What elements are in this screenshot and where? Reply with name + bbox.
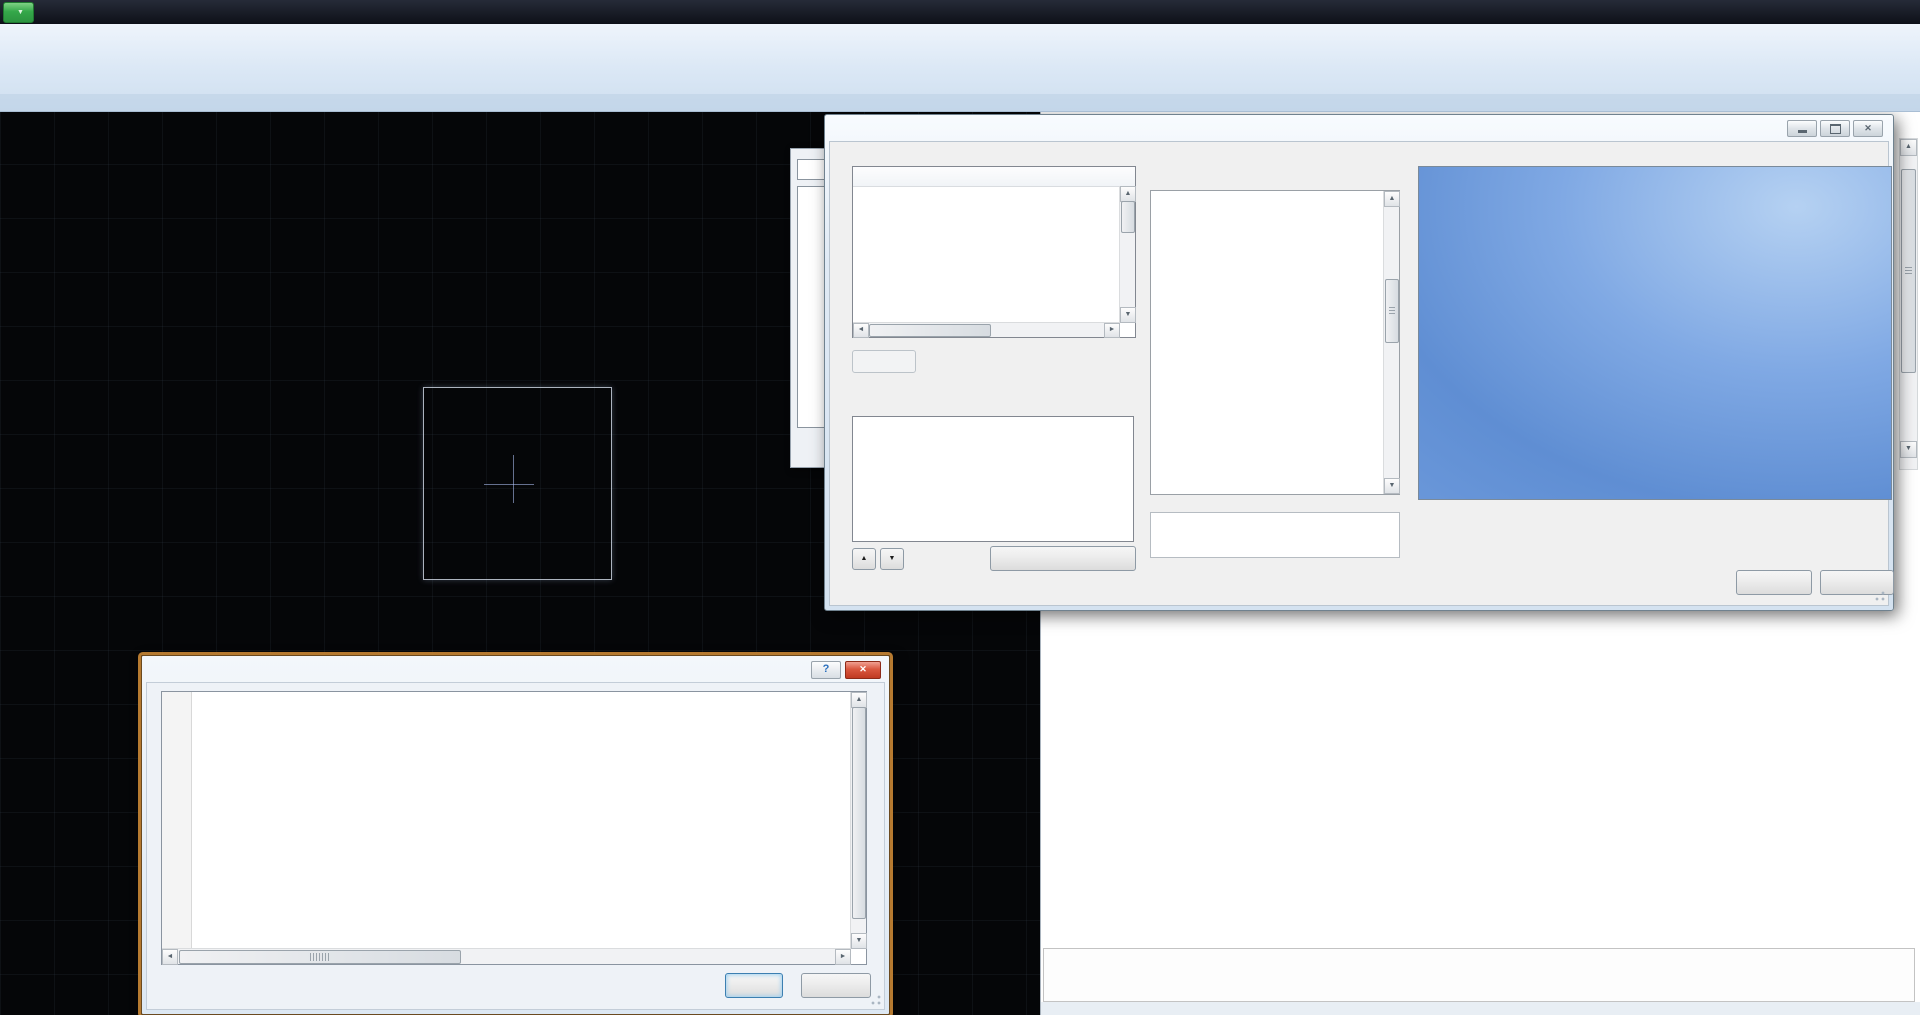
resize-grip[interactable] [869, 994, 882, 1007]
origin-crosshair-vertical [513, 455, 514, 503]
ribbon-group-label-band [0, 94, 1920, 111]
close-button[interactable]: ✕ [845, 661, 881, 679]
code-vertical-scrollbar[interactable]: ▲ ▼ [850, 692, 866, 949]
yargis-edit-window: ▼ ▲ ▼ ✕ [0, 0, 1920, 1015]
list-vertical-scrollbar[interactable]: ▲ ▼ [1119, 186, 1135, 323]
minimize-icon [1798, 130, 1807, 133]
delete-selected-button[interactable] [990, 546, 1136, 571]
scroll-down-icon[interactable]: ▼ [851, 933, 867, 949]
list-header [853, 167, 1135, 187]
available-components-list: ▲ ▼ ◄ ► [852, 166, 1136, 338]
property-rows [1151, 191, 1384, 494]
ok-button[interactable] [725, 973, 783, 998]
scroll-down-icon[interactable]: ▼ [1384, 478, 1400, 494]
scrollbar-thumb[interactable] [852, 707, 866, 919]
list-horizontal-scrollbar[interactable]: ◄ ► [853, 322, 1120, 337]
scroll-down-icon[interactable]: ▼ [1900, 441, 1917, 458]
close-icon: ✕ [1864, 124, 1872, 133]
scrollbar-thumb[interactable] [179, 950, 461, 964]
chevron-down-icon: ▼ [17, 9, 24, 16]
code-horizontal-scrollbar[interactable]: ◄ ► [162, 948, 851, 964]
cancel-button[interactable] [801, 973, 871, 998]
scrollbar-thumb[interactable] [1121, 201, 1135, 233]
lua-script-editor-dialog: ? ✕ ▲ ▼ ◄ ► [141, 655, 890, 1015]
panel-bottom-strip [1041, 1002, 1920, 1015]
scroll-right-icon[interactable]: ► [835, 949, 851, 965]
help-button[interactable]: ? [811, 661, 841, 679]
move-up-button[interactable]: ▲ [852, 548, 876, 570]
particle-preview-canvas[interactable] [1418, 166, 1892, 500]
window-buttons: ? ✕ [811, 661, 881, 679]
scrollbar-thumb[interactable] [1901, 169, 1916, 373]
property-help-box [1150, 512, 1400, 558]
dialog-client-area: ▲ ▼ ◄ ► ▲ ▼ ▲ [829, 141, 1889, 606]
maximize-icon [1830, 124, 1841, 134]
move-down-button[interactable]: ▼ [880, 548, 904, 570]
scroll-up-icon[interactable]: ▲ [1900, 139, 1917, 156]
scroll-down-icon[interactable]: ▼ [1120, 307, 1136, 323]
minimize-button[interactable] [1787, 120, 1817, 137]
ok-button[interactable] [1736, 570, 1812, 595]
scrollbar-grip [1905, 267, 1912, 274]
list-rows [853, 186, 1120, 323]
dialog-client-area: ▲ ▼ ◄ ► [146, 682, 885, 1010]
origin-crosshair-horizontal [484, 484, 534, 485]
app-menu-button[interactable]: ▼ [3, 2, 34, 23]
code-lines[interactable] [193, 692, 851, 949]
grid-vertical-scrollbar[interactable]: ▲ ▼ [1383, 191, 1399, 494]
close-button[interactable]: ✕ [1853, 120, 1883, 137]
maximize-button[interactable] [1820, 120, 1850, 137]
scroll-up-icon[interactable]: ▲ [851, 692, 867, 708]
scroll-left-icon[interactable]: ◄ [853, 323, 869, 338]
component-property-grid: ▲ ▼ [1150, 190, 1400, 495]
scrollbar-thumb[interactable] [1385, 279, 1399, 343]
scroll-left-icon[interactable]: ◄ [162, 949, 178, 965]
scroll-up-icon[interactable]: ▲ [1384, 191, 1400, 207]
editing-components-dialog: ✕ ▲ ▼ ◄ ► ▲ [824, 114, 1894, 611]
properties-scrollbar[interactable]: ▲ ▼ [1899, 138, 1918, 470]
resize-grip[interactable] [1873, 590, 1886, 603]
scrollbar-thumb[interactable] [869, 324, 991, 337]
scroll-right-icon[interactable]: ► [1104, 323, 1120, 338]
ribbon [0, 24, 1920, 112]
window-buttons: ✕ [1787, 120, 1883, 137]
line-number-gutter [162, 692, 192, 949]
scrollbar-grip [310, 953, 330, 961]
manager-components-list [852, 416, 1134, 542]
property-help-box [1043, 948, 1915, 1002]
code-editor[interactable]: ▲ ▼ ◄ ► [161, 691, 867, 965]
ribbon-tab-strip [0, 0, 1920, 24]
scrollbar-grip [1389, 307, 1395, 314]
scroll-up-icon[interactable]: ▲ [1120, 186, 1136, 202]
add-component-button[interactable] [852, 350, 916, 373]
